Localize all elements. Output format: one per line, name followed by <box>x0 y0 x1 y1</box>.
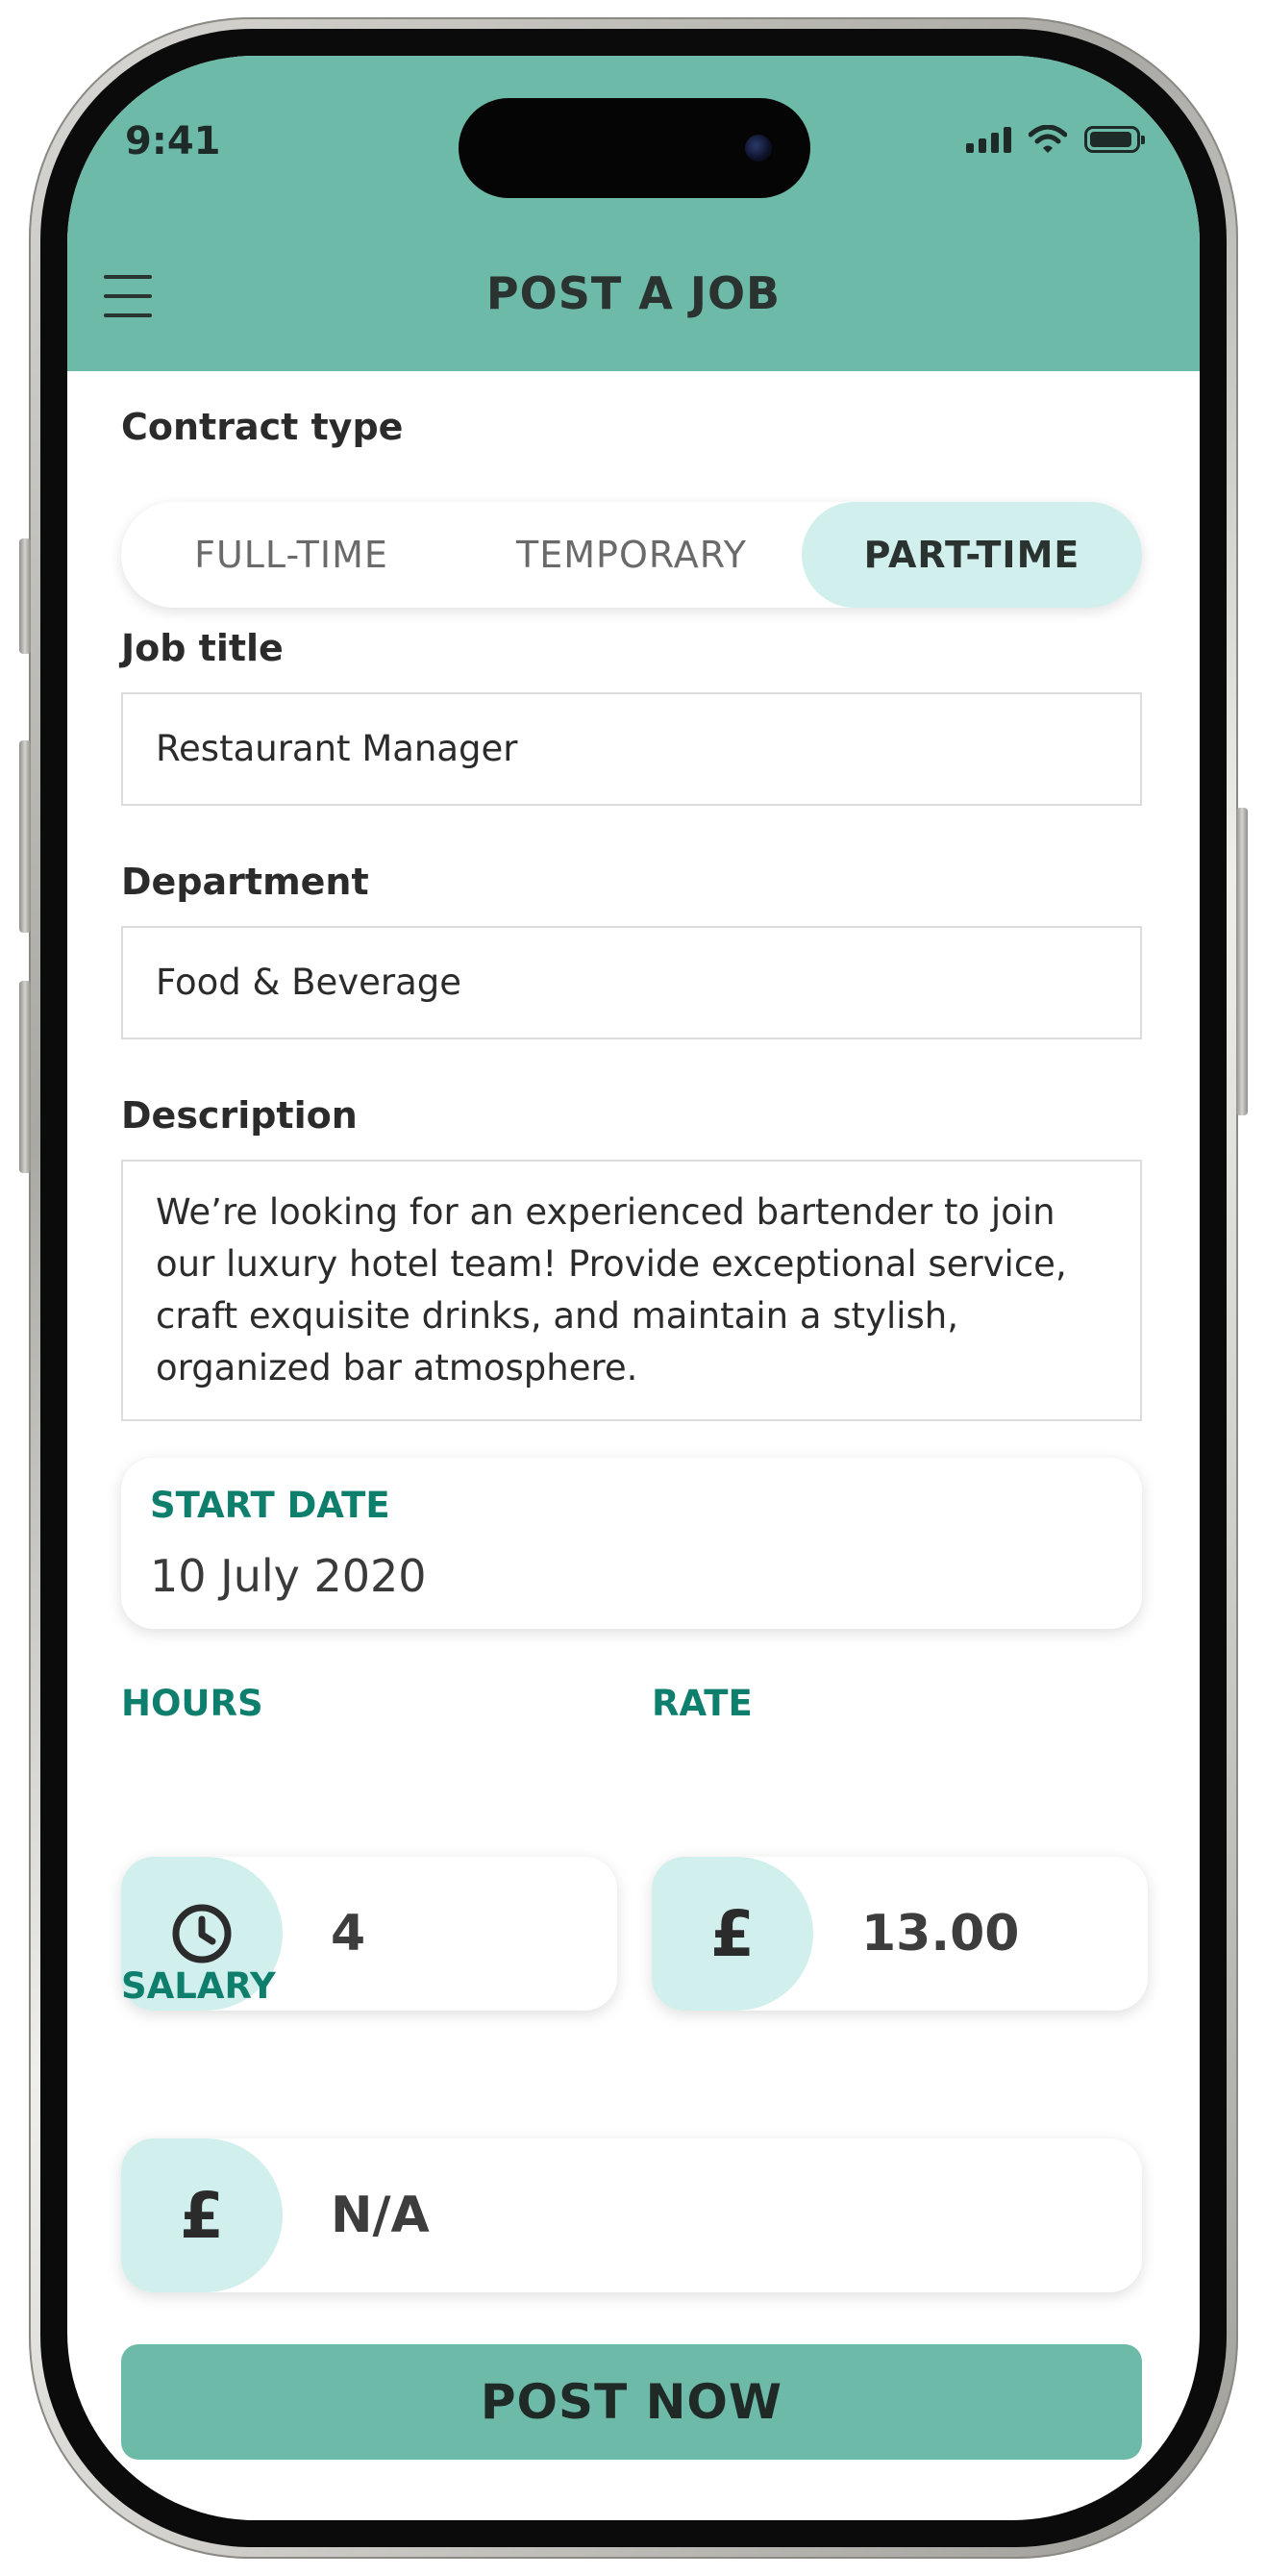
job-title-label: Job title <box>121 627 284 669</box>
rate-input[interactable]: £ 13.00 <box>652 1857 1148 2011</box>
pound-icon: £ <box>710 1896 755 1971</box>
hours-label: HOURS <box>121 1683 263 1724</box>
rate-value: 13.00 <box>861 1905 1020 1963</box>
salary-label: SALARY <box>121 1965 276 2007</box>
contract-option-full-time[interactable]: FULL-TIME <box>121 502 461 608</box>
start-date-value: 10 July 2020 <box>150 1550 427 1602</box>
dynamic-island <box>459 98 810 198</box>
status-icons <box>966 125 1145 154</box>
department-input[interactable]: Food & Beverage <box>121 926 1142 1039</box>
hours-value: 4 <box>331 1905 366 1963</box>
camera-icon <box>745 135 772 162</box>
cellular-signal-icon <box>966 126 1011 153</box>
clock-icon <box>172 1904 232 1963</box>
contract-option-part-time[interactable]: PART-TIME <box>802 502 1142 608</box>
phone-screen: 9:41 POST A JOB Contract type FULL-TIME … <box>67 56 1200 2520</box>
start-date-label: START DATE <box>150 1485 390 1526</box>
start-date-picker[interactable]: START DATE 10 July 2020 <box>121 1458 1142 1629</box>
contract-option-temporary[interactable]: TEMPORARY <box>461 502 802 608</box>
post-now-button[interactable]: POST NOW <box>121 2344 1142 2460</box>
contract-type-label: Contract type <box>121 406 404 448</box>
rate-label: RATE <box>652 1683 753 1724</box>
battery-icon <box>1084 126 1145 153</box>
description-textarea[interactable]: We’re looking for an experienced bartend… <box>121 1160 1142 1421</box>
department-label: Department <box>121 861 369 903</box>
power-button <box>1236 808 1248 1115</box>
job-title-input[interactable]: Restaurant Manager <box>121 692 1142 806</box>
rate-icon-wrap: £ <box>652 1857 813 2011</box>
volume-up-button <box>19 740 31 933</box>
pound-icon: £ <box>180 2178 224 2253</box>
salary-icon-wrap: £ <box>121 2138 283 2292</box>
status-time: 9:41 <box>125 119 221 163</box>
contract-type-selector: FULL-TIME TEMPORARY PART-TIME <box>121 502 1142 608</box>
app-header: 9:41 POST A JOB <box>67 56 1200 371</box>
canvas: 9:41 POST A JOB Contract type FULL-TIME … <box>0 0 1266 2576</box>
action-button <box>19 538 31 654</box>
description-label: Description <box>121 1094 358 1137</box>
volume-down-button <box>19 981 31 1173</box>
wifi-icon <box>1029 125 1067 153</box>
page-title: POST A JOB <box>485 267 782 319</box>
salary-input[interactable]: £ N/A <box>121 2138 1142 2292</box>
salary-value: N/A <box>331 2187 430 2244</box>
